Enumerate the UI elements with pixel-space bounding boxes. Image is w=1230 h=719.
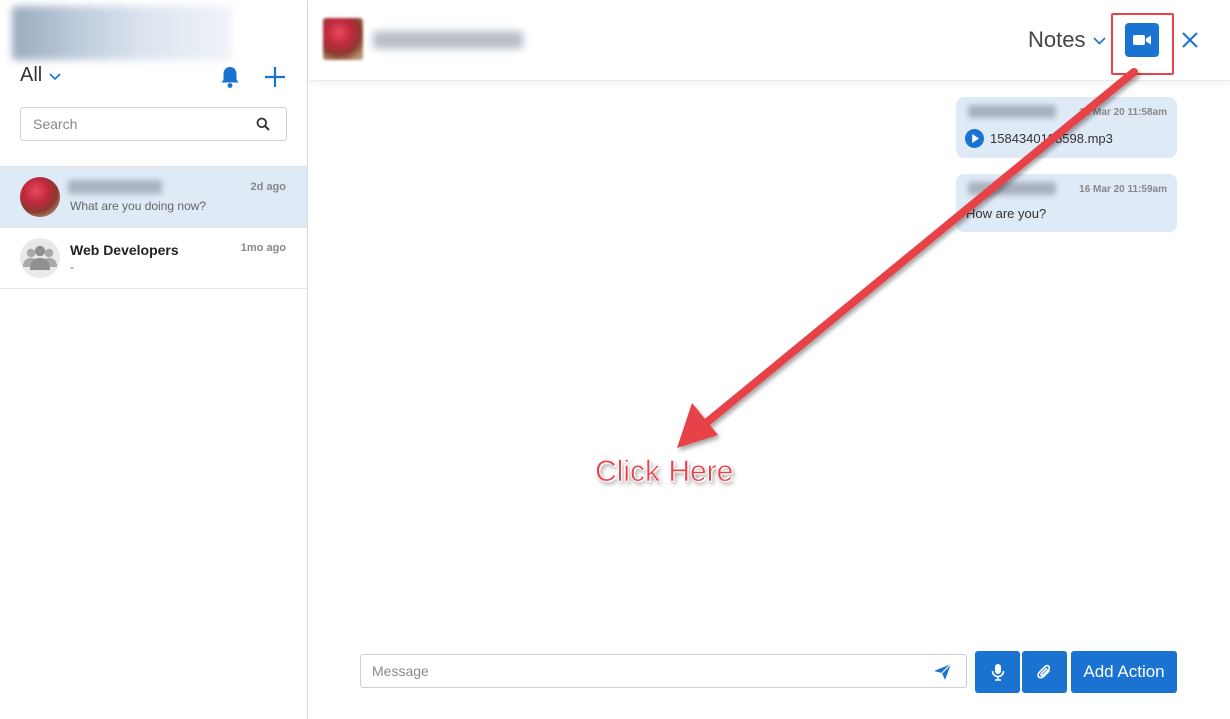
conversation-item[interactable]: What are you doing now? 2d ago [0, 167, 307, 228]
message-input[interactable] [361, 655, 921, 687]
notes-label: Notes [1028, 27, 1086, 52]
message-timestamp: 16 Mar 20 11:59am [1079, 184, 1167, 195]
contact-name-redacted [68, 180, 162, 194]
add-conversation-icon[interactable] [264, 66, 286, 88]
send-icon[interactable] [933, 663, 952, 681]
message-composer [360, 654, 967, 688]
chat-contact-avatar [323, 18, 363, 60]
search-icon[interactable] [256, 117, 270, 131]
message-timestamp: 16 Mar 20 11:58am [1079, 107, 1167, 118]
voice-record-button[interactable] [975, 651, 1020, 693]
annotation-callout-text: Click Here [595, 455, 734, 489]
notes-dropdown[interactable]: Notes [1028, 27, 1107, 53]
message-bubble: 16 Mar 20 11:58am 1584340198598.mp3 [956, 97, 1177, 158]
message-bubble: 16 Mar 20 11:59am How are you? [956, 174, 1177, 232]
conversation-filter-dropdown[interactable]: All [20, 64, 61, 87]
last-message-preview: - [70, 260, 74, 274]
conversation-time: 2d ago [250, 181, 286, 193]
conversation-name: Web Developers [70, 242, 179, 258]
chat-header: Notes [309, 0, 1230, 81]
audio-play-button[interactable] [965, 129, 984, 148]
chat-contact-name-redacted [373, 31, 523, 49]
add-action-button[interactable]: Add Action [1071, 651, 1177, 693]
conversation-time: 1mo ago [240, 242, 286, 254]
conversation-item[interactable]: Web Developers - 1mo ago [0, 228, 307, 289]
sidebar: All What are you doing now? 2d ago [0, 0, 308, 719]
microphone-icon [991, 664, 1004, 681]
annotation-highlight-box [1111, 13, 1174, 75]
search-box [20, 107, 287, 141]
message-text: How are you? [966, 206, 1047, 221]
chevron-down-icon [1093, 37, 1107, 45]
search-input[interactable] [21, 108, 251, 140]
bell-icon[interactable] [219, 65, 241, 89]
last-message-preview: What are you doing now? [70, 199, 207, 213]
paperclip-icon [1036, 664, 1050, 679]
filter-label: All [20, 64, 43, 86]
play-icon [972, 134, 979, 143]
sender-name-redacted [968, 182, 1056, 195]
current-user-profile[interactable] [12, 6, 232, 60]
conversation-list: What are you doing now? 2d ago Web Devel… [0, 166, 307, 289]
audio-file-name[interactable]: 1584340198598.mp3 [990, 131, 1113, 146]
group-avatar [20, 238, 60, 278]
chevron-down-icon [49, 72, 61, 80]
group-icon [23, 245, 57, 270]
close-icon[interactable] [1180, 30, 1200, 50]
avatar [20, 177, 60, 217]
attach-file-button[interactable] [1022, 651, 1067, 693]
sender-name-redacted [968, 105, 1056, 118]
